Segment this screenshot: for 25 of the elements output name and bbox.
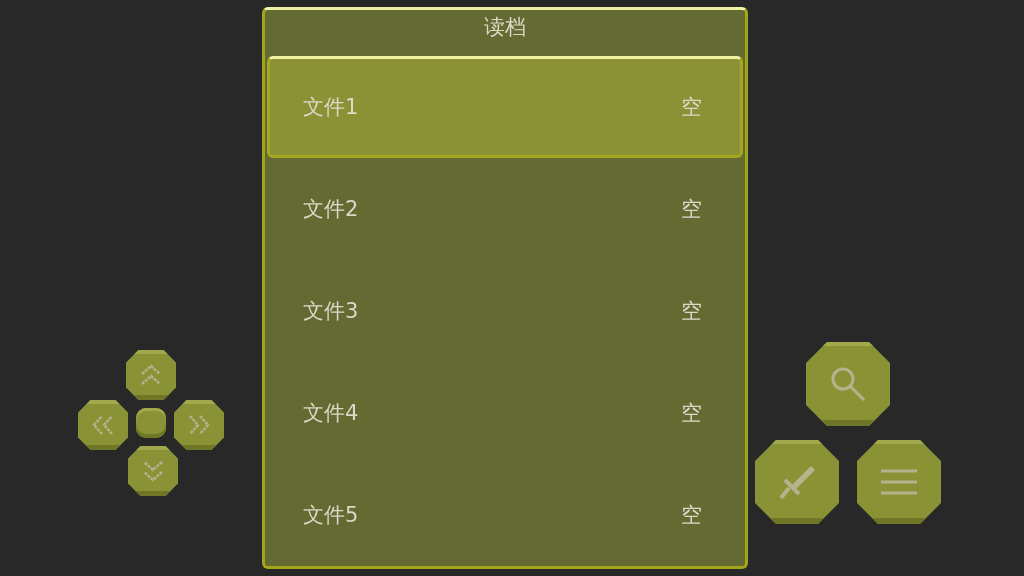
menu-icon	[879, 467, 919, 497]
menu-button[interactable]	[857, 440, 941, 524]
slot-name: 文件4	[303, 400, 359, 427]
save-slot[interactable]: 文件5 空	[267, 464, 743, 566]
dialog-title: 读档	[483, 14, 527, 41]
search-button[interactable]	[806, 342, 890, 426]
attack-button[interactable]	[755, 440, 839, 524]
save-slot[interactable]: 文件3 空	[267, 260, 743, 363]
save-slot[interactable]: 文件1 空	[267, 56, 743, 159]
slot-status: 空	[681, 298, 702, 326]
left-button[interactable]	[78, 400, 128, 450]
slot-status: 空	[681, 400, 702, 427]
slot-name: 文件3	[303, 298, 359, 326]
save-slot[interactable]: 文件4 空	[267, 362, 743, 464]
center-button[interactable]	[136, 408, 166, 438]
slot-name: 文件1	[303, 94, 359, 122]
save-slot[interactable]: 文件2 空	[267, 158, 743, 261]
right-button[interactable]	[174, 400, 224, 450]
slot-status: 空	[681, 94, 702, 122]
slot-status: 空	[681, 502, 702, 529]
up-button[interactable]	[126, 350, 176, 400]
slot-name: 文件2	[303, 196, 359, 224]
slot-status: 空	[681, 196, 702, 224]
slot-name: 文件5	[303, 502, 359, 529]
down-button[interactable]	[128, 446, 178, 496]
